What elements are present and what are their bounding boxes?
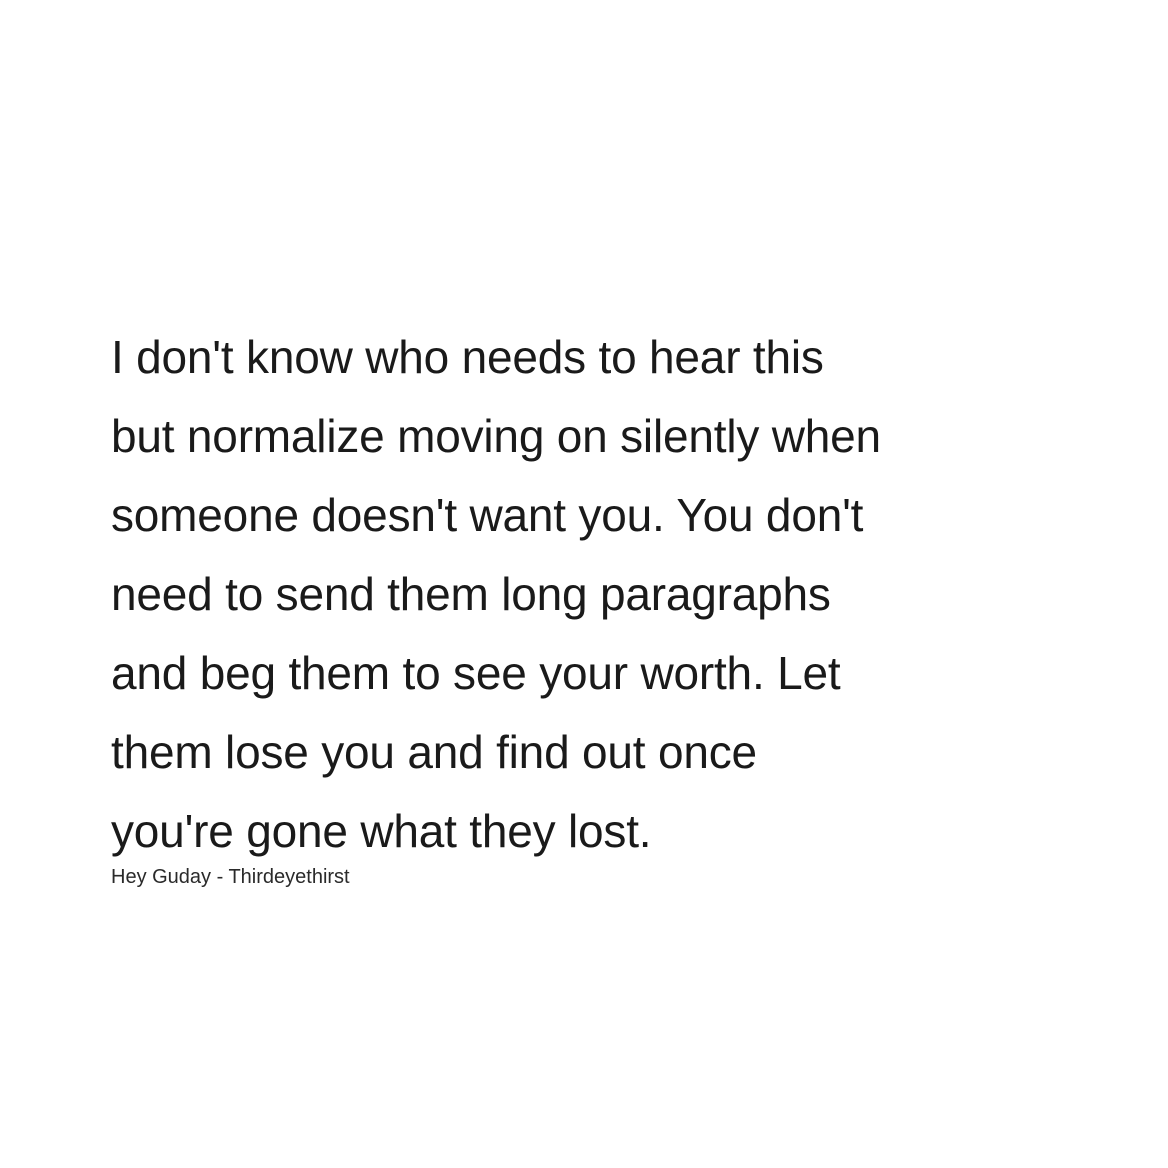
quote-line: need to send them long paragraphs (111, 568, 831, 620)
quote-line: you're gone what they lost. (111, 805, 652, 857)
quote-line: I don't know who needs to hear this (111, 331, 824, 383)
quote-line: someone doesn't want you. You don't (111, 489, 864, 541)
quote-line: them lose you and find out once (111, 726, 757, 778)
quote-block: I don't know who needs to hear this but … (111, 318, 1111, 889)
quote-line: and beg them to see your worth. Let (111, 647, 841, 699)
quote-line: but normalize moving on silently when (111, 410, 881, 462)
